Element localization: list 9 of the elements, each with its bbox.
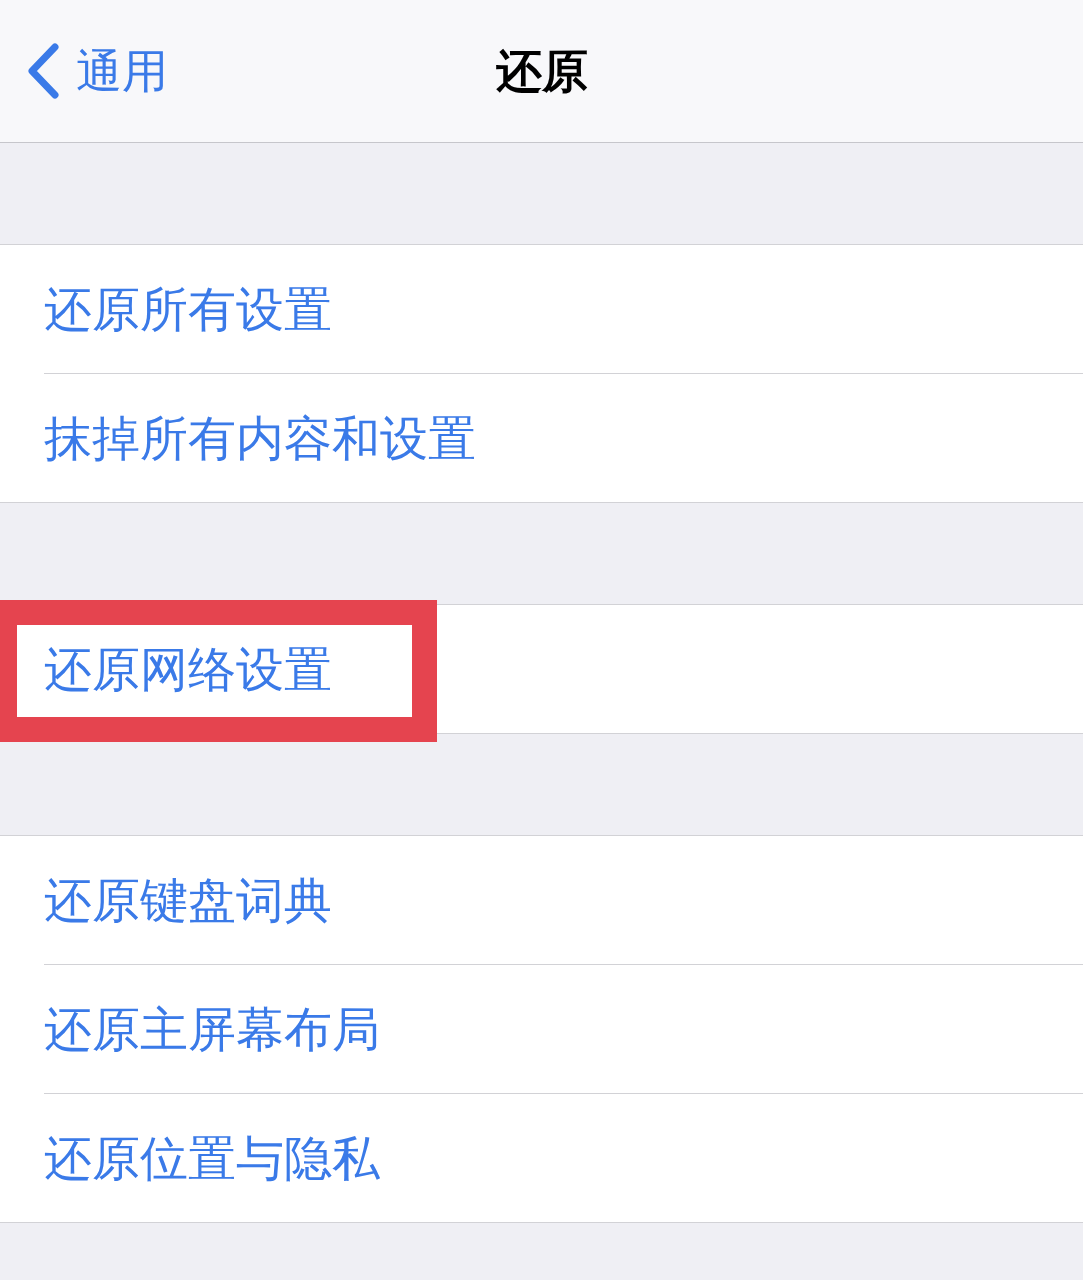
reset-option[interactable]: 还原所有设置 [0,245,1083,373]
reset-option[interactable]: 还原键盘词典 [0,836,1083,964]
reset-option[interactable]: 抹掉所有内容和设置 [0,374,1083,502]
reset-option[interactable]: 还原主屏幕布局 [0,965,1083,1093]
back-button[interactable]: 通用 [26,43,168,99]
reset-option[interactable]: 还原位置与隐私 [0,1094,1083,1222]
page-title: 还原 [495,48,588,94]
chevron-left-icon [26,43,60,99]
reset-option[interactable]: 还原网络设置 [0,605,1083,733]
